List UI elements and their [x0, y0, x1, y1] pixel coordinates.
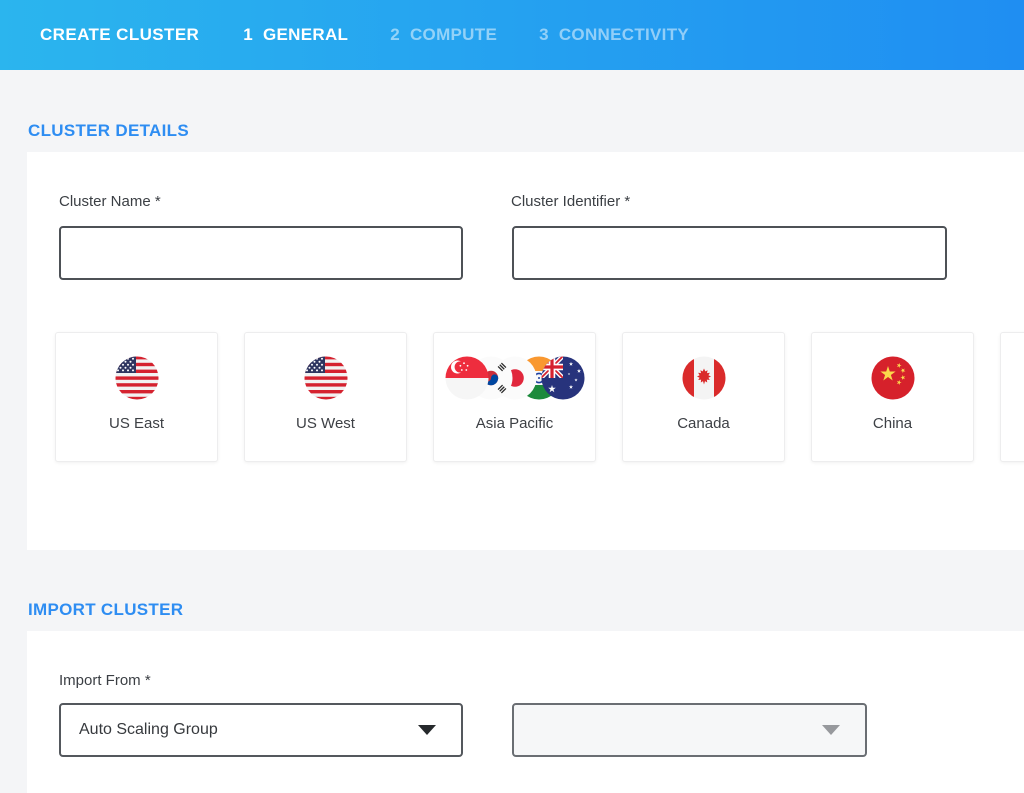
chevron-down-icon — [418, 725, 436, 735]
import-from-selected-value: Auto Scaling Group — [79, 721, 218, 739]
wizard-header: CREATE CLUSTER 1 GENERAL 2 COMPUTE 3 CON… — [0, 0, 1024, 70]
step-number: 1 — [243, 25, 253, 45]
region-card-partial[interactable] — [1000, 332, 1024, 462]
region-label: US West — [296, 415, 355, 432]
china-flag-icon — [871, 356, 915, 400]
australia-flag-icon — [541, 356, 585, 400]
step-label: GENERAL — [263, 25, 348, 45]
us-flag-icon — [304, 356, 348, 400]
step-general[interactable]: 1 GENERAL — [243, 25, 348, 45]
step-number: 2 — [390, 25, 400, 45]
asia-pacific-flags-icon — [445, 356, 585, 400]
step-label: CONNECTIVITY — [559, 25, 689, 45]
region-label: Asia Pacific — [476, 415, 554, 432]
region-card-asia-pacific[interactable]: Asia Pacific — [433, 332, 596, 462]
region-card-china[interactable]: China — [811, 332, 974, 462]
cluster-name-label: Cluster Name * — [59, 193, 161, 210]
chevron-down-icon — [822, 725, 840, 735]
step-compute[interactable]: 2 COMPUTE — [390, 25, 497, 45]
region-card-us-west[interactable]: US West — [244, 332, 407, 462]
page-title: CREATE CLUSTER — [40, 25, 199, 45]
cluster-identifier-label: Cluster Identifier * — [511, 193, 630, 210]
region-card-us-east[interactable]: US East — [55, 332, 218, 462]
region-label: China — [873, 415, 912, 432]
import-cluster-heading: IMPORT CLUSTER — [28, 600, 183, 620]
step-connectivity[interactable]: 3 CONNECTIVITY — [539, 25, 689, 45]
import-cluster-card: Import From * Auto Scaling Group — [27, 631, 1024, 793]
import-from-label: Import From * — [59, 672, 151, 689]
region-label: Canada — [677, 415, 730, 432]
step-label: COMPUTE — [410, 25, 497, 45]
canada-flag-icon — [682, 356, 726, 400]
import-from-dropdown[interactable]: Auto Scaling Group — [59, 703, 463, 757]
us-flag-icon — [115, 356, 159, 400]
cluster-identifier-input[interactable] — [512, 226, 947, 280]
import-secondary-dropdown[interactable] — [512, 703, 867, 757]
wizard-steps: 1 GENERAL 2 COMPUTE 3 CONNECTIVITY — [243, 25, 731, 45]
region-label: US East — [109, 415, 164, 432]
cluster-details-card: Cluster Name * Cluster Identifier * — [27, 152, 1024, 550]
cluster-details-heading: CLUSTER DETAILS — [28, 121, 189, 141]
cluster-name-input[interactable] — [59, 226, 463, 280]
step-number: 3 — [539, 25, 549, 45]
singapore-flag-icon — [445, 356, 489, 400]
region-card-canada[interactable]: Canada — [622, 332, 785, 462]
